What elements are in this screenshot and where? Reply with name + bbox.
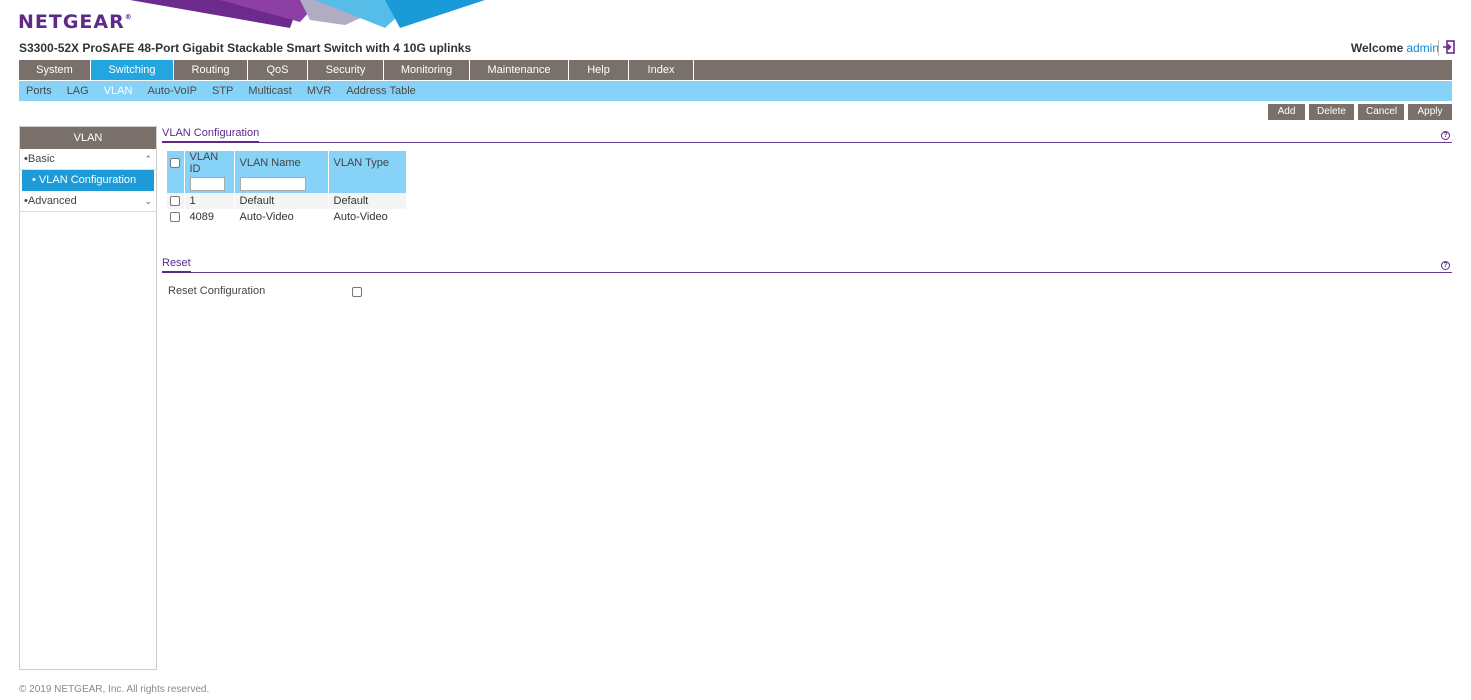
bullet-icon: •	[32, 174, 39, 186]
subnav-vlan[interactable]: VLAN	[104, 81, 133, 101]
product-title: S3300-52X ProSAFE 48-Port Gigabit Stacka…	[19, 41, 472, 55]
vlan-name-cell: Default	[234, 193, 329, 209]
subnav-multicast[interactable]: Multicast	[248, 81, 291, 101]
reset-configuration-label: Reset Configuration	[168, 285, 266, 297]
sidebar-group-advanced[interactable]: •Advanced ⌄	[20, 191, 156, 212]
vlan-id-cell: 1	[184, 193, 235, 209]
user-link[interactable]: admin	[1406, 41, 1439, 55]
tab-monitoring[interactable]: Monitoring	[384, 60, 470, 80]
logout-icon-graphic	[1443, 40, 1455, 54]
row-select-cell	[167, 193, 185, 209]
column-header-vlan-type[interactable]: VLAN Type	[328, 151, 407, 175]
chevron-up-icon: ⌃	[144, 154, 152, 164]
table-row[interactable]: 4089 Auto-Video Auto-Video	[167, 209, 407, 225]
cancel-button[interactable]: Cancel	[1358, 104, 1404, 120]
sidebar-group-basic[interactable]: •Basic ⌃	[20, 149, 156, 170]
help-icon[interactable]: ?	[1441, 131, 1450, 140]
tab-system[interactable]: System	[19, 60, 91, 80]
chevron-down-icon: ⌄	[144, 196, 152, 206]
subnav-stp[interactable]: STP	[212, 81, 233, 101]
vlan-name-input[interactable]	[239, 177, 306, 191]
sidebar-item-vlan-configuration[interactable]: • VLAN Configuration	[22, 170, 154, 191]
subnav-auto-voip[interactable]: Auto-VoIP	[147, 81, 197, 101]
tab-index[interactable]: Index	[629, 60, 694, 80]
apply-button[interactable]: Apply	[1408, 104, 1452, 120]
vlan-id-input[interactable]	[189, 177, 225, 191]
filter-cell	[328, 175, 407, 193]
table-row[interactable]: 1 Default Default	[167, 193, 407, 209]
tab-maintenance[interactable]: Maintenance	[470, 60, 569, 80]
subnav-address-table[interactable]: Address Table	[346, 81, 416, 101]
netgear-logo: NETGEAR®	[18, 11, 133, 33]
row-checkbox[interactable]	[170, 212, 180, 223]
sub-nav: Ports LAG VLAN Auto-VoIP STP Multicast M…	[19, 81, 1452, 101]
vlan-id-cell: 4089	[184, 209, 235, 225]
reset-configuration-checkbox[interactable]	[352, 287, 362, 297]
select-all-cell	[167, 151, 185, 175]
tab-help[interactable]: Help	[569, 60, 629, 80]
column-header-vlan-id[interactable]: VLAN ID	[184, 151, 235, 175]
column-header-vlan-name[interactable]: VLAN Name	[234, 151, 329, 175]
table-header-row: VLAN ID VLAN Name VLAN Type	[167, 151, 407, 175]
vlan-configuration-header: VLAN Configuration ?	[162, 126, 1452, 143]
reset-header: Reset ?	[162, 256, 1452, 273]
tab-switching[interactable]: Switching	[91, 60, 174, 80]
subnav-mvr[interactable]: MVR	[307, 81, 331, 101]
delete-button[interactable]: Delete	[1309, 104, 1354, 120]
filter-cell	[234, 175, 329, 193]
filter-cell	[184, 175, 235, 193]
footer-copyright: © 2019 NETGEAR, Inc. All rights reserved…	[19, 684, 210, 695]
sidebar-title: VLAN	[20, 127, 156, 149]
main-nav: System Switching Routing QoS Security Mo…	[19, 60, 1452, 80]
sidebar-group-basic-label: Basic	[27, 153, 55, 165]
banner-decoration	[130, 0, 485, 28]
filter-cell	[167, 175, 185, 193]
tab-routing[interactable]: Routing	[174, 60, 248, 80]
row-checkbox[interactable]	[170, 196, 180, 207]
logout-icon[interactable]	[1438, 40, 1455, 56]
sidebar-group-advanced-label: Advanced	[27, 195, 77, 207]
tab-security[interactable]: Security	[308, 60, 384, 80]
help-icon[interactable]: ?	[1441, 261, 1450, 270]
welcome-label: Welcome	[1350, 41, 1404, 55]
sidebar: VLAN •Basic ⌃ • VLAN Configuration •Adva…	[19, 126, 157, 670]
vlan-table: VLAN ID VLAN Name VLAN Type 1 Default De…	[167, 151, 407, 225]
vlan-type-cell: Default	[328, 193, 407, 209]
section-title: Reset	[162, 256, 191, 273]
header-banner: NETGEAR®	[0, 0, 1471, 42]
action-buttons: Add Delete Cancel Apply	[1268, 104, 1452, 120]
select-all-checkbox[interactable]	[170, 158, 180, 169]
filter-row	[167, 175, 407, 193]
subnav-ports[interactable]: Ports	[26, 81, 52, 101]
add-button[interactable]: Add	[1268, 104, 1305, 120]
sidebar-item-label: VLAN Configuration	[38, 174, 137, 186]
vlan-type-cell: Auto-Video	[328, 209, 407, 225]
tab-qos[interactable]: QoS	[248, 60, 308, 80]
row-select-cell	[167, 209, 185, 225]
section-title: VLAN Configuration	[162, 126, 260, 143]
vlan-name-cell: Auto-Video	[234, 209, 329, 225]
welcome-text: Welcome admin	[1351, 41, 1439, 55]
subnav-lag[interactable]: LAG	[67, 81, 89, 101]
